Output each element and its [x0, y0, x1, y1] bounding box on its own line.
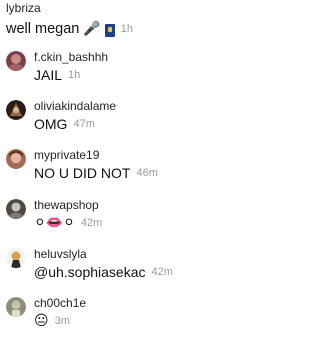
comment-item: oliviakindalame OMG 47m [6, 99, 286, 139]
comment-username[interactable]: f.ckin_bashhh [34, 50, 108, 64]
microphone-icon: 🎤 [83, 21, 101, 37]
comment-body: 😐 3m [34, 313, 70, 329]
comment-text: JAIL [34, 67, 63, 83]
comment-item: myprivate19 NO U DID NOT 46m [6, 148, 286, 188]
avatar[interactable] [6, 100, 26, 120]
comment-body: OMG 47m [34, 116, 95, 132]
avatar[interactable] [6, 199, 26, 219]
comment-username[interactable]: oliviakindalame [34, 99, 116, 113]
comment-username[interactable]: heluvslyla [34, 247, 87, 261]
comment-text: 😐 [34, 313, 49, 329]
post-username[interactable]: lybriza [6, 1, 41, 15]
post-time: 1h [120, 23, 134, 35]
comment-item: thewapshop ⚪👄⚪ 42m [6, 198, 286, 238]
post-caption: well megan [6, 21, 80, 37]
comment-body: JAIL 1h [34, 67, 80, 83]
comment-item: ch00ch1e 😐 3m [6, 296, 286, 336]
comment-item: f.ckin_bashhh JAIL 1h [6, 50, 286, 90]
comment-username[interactable]: thewapshop [34, 198, 99, 212]
post-caption-row: well megan 🎤 1h [6, 21, 133, 37]
comment-text: ⚪👄⚪ [34, 215, 75, 231]
avatar[interactable] [6, 51, 26, 71]
avatar[interactable] [6, 149, 26, 169]
comment-body: ⚪👄⚪ 42m [34, 215, 102, 231]
comment-time: 1h [68, 69, 81, 81]
comment-time: 47m [73, 118, 95, 130]
comment-username[interactable]: myprivate19 [34, 148, 99, 162]
comment-text: NO U DID NOT [34, 165, 131, 181]
comment-text: @uh.sophiasekac [34, 264, 146, 280]
avatar[interactable] [6, 297, 26, 317]
comment-time: 46m [136, 167, 158, 179]
avatar[interactable] [6, 248, 26, 268]
comment-time: 42m [80, 217, 103, 229]
comment-time: 42m [151, 266, 173, 278]
comment-body: @uh.sophiasekac 42m [34, 264, 173, 280]
comment-username[interactable]: ch00ch1e [34, 296, 86, 310]
flag-icon [104, 23, 115, 37]
comment-text: OMG [34, 116, 68, 132]
comment-time: 3m [54, 315, 70, 327]
comment-item: heluvslyla @uh.sophiasekac 42m [6, 247, 286, 287]
comment-body: NO U DID NOT 46m [34, 165, 158, 181]
